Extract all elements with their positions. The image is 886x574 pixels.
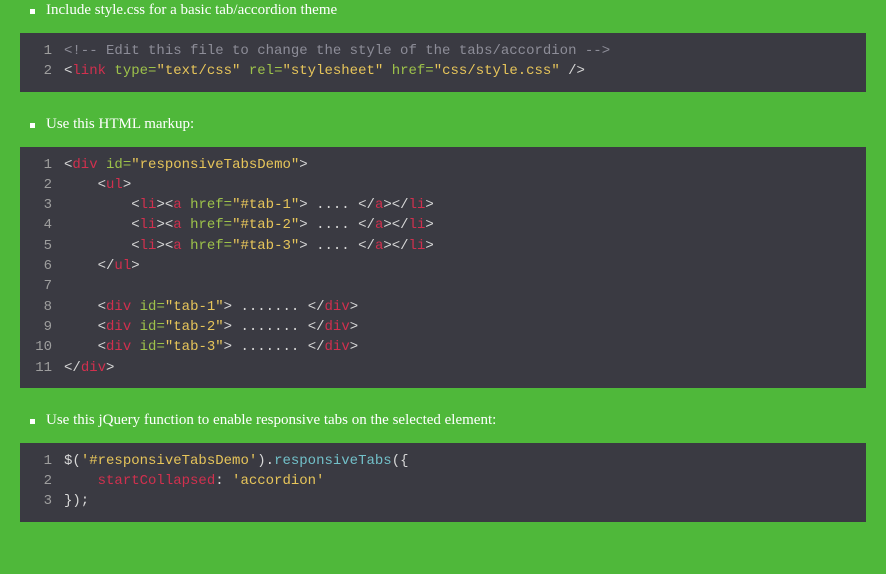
code-line: 4 <li><a href="#tab-2"> .... </a></li> (20, 215, 866, 235)
code-block-3: 1 $('#responsiveTabsDemo').responsiveTab… (20, 443, 866, 522)
bullet-item: Include style.css for a basic tab/accord… (20, 2, 866, 19)
code-line: 1 <div id="responsiveTabsDemo"> (20, 155, 866, 175)
code-line: 6 </ul> (20, 256, 866, 276)
line-number: 9 (20, 317, 64, 337)
line-number: 7 (20, 276, 64, 296)
code-content (64, 276, 866, 296)
code-content: <ul> (64, 175, 866, 195)
bullet-list: Include style.css for a basic tab/accord… (20, 2, 866, 19)
code-block-2: 1 <div id="responsiveTabsDemo"> 2 <ul> 3… (20, 147, 866, 388)
code-content: <div id="tab-1"> ....... </div> (64, 297, 866, 317)
code-content: <!-- Edit this file to change the style … (64, 41, 866, 61)
code-content: </ul> (64, 256, 866, 276)
code-content: <li><a href="#tab-2"> .... </a></li> (64, 215, 866, 235)
code-content: <div id="responsiveTabsDemo"> (64, 155, 866, 175)
code-line: 8 <div id="tab-1"> ....... </div> (20, 297, 866, 317)
line-number: 2 (20, 61, 64, 81)
bullet-item: Use this HTML markup: (20, 116, 866, 133)
code-line: 5 <li><a href="#tab-3"> .... </a></li> (20, 236, 866, 256)
line-number: 3 (20, 491, 64, 511)
code-content: <link type="text/css" rel="stylesheet" h… (64, 61, 866, 81)
line-number: 3 (20, 195, 64, 215)
code-line: 2 startCollapsed: 'accordion' (20, 471, 866, 491)
code-line: 10 <div id="tab-3"> ....... </div> (20, 337, 866, 357)
line-number: 1 (20, 155, 64, 175)
code-line: 9 <div id="tab-2"> ....... </div> (20, 317, 866, 337)
bullet-list: Use this HTML markup: (20, 116, 866, 133)
line-number: 6 (20, 256, 64, 276)
doc-page: Include style.css for a basic tab/accord… (0, 2, 886, 566)
code-content: </div> (64, 358, 866, 378)
bullet-text: Use this HTML markup: (46, 116, 194, 132)
code-line: 1 <!-- Edit this file to change the styl… (20, 41, 866, 61)
code-content: }); (64, 491, 866, 511)
code-block-1: 1 <!-- Edit this file to change the styl… (20, 33, 866, 92)
code-comment: <!-- Edit this file to change the style … (64, 43, 610, 59)
code-line: 11 </div> (20, 358, 866, 378)
code-line: 1 $('#responsiveTabsDemo').responsiveTab… (20, 451, 866, 471)
line-number: 4 (20, 215, 64, 235)
code-content: <div id="tab-2"> ....... </div> (64, 317, 866, 337)
bullet-item: Use this jQuery function to enable respo… (20, 412, 866, 429)
code-content: <li><a href="#tab-1"> .... </a></li> (64, 195, 866, 215)
code-line: 3 }); (20, 491, 866, 511)
line-number: 1 (20, 451, 64, 471)
line-number: 1 (20, 41, 64, 61)
code-content: <div id="tab-3"> ....... </div> (64, 337, 866, 357)
line-number: 11 (20, 358, 64, 378)
code-line: 2 <ul> (20, 175, 866, 195)
code-line: 2 <link type="text/css" rel="stylesheet"… (20, 61, 866, 81)
code-line: 3 <li><a href="#tab-1"> .... </a></li> (20, 195, 866, 215)
line-number: 2 (20, 175, 64, 195)
line-number: 10 (20, 337, 64, 357)
code-content: $('#responsiveTabsDemo').responsiveTabs(… (64, 451, 866, 471)
code-line: 7 (20, 276, 866, 296)
bullet-text: Use this jQuery function to enable respo… (46, 412, 496, 428)
line-number: 2 (20, 471, 64, 491)
code-content: startCollapsed: 'accordion' (64, 471, 866, 491)
bullet-list: Use this jQuery function to enable respo… (20, 412, 866, 429)
code-content: <li><a href="#tab-3"> .... </a></li> (64, 236, 866, 256)
line-number: 5 (20, 236, 64, 256)
bullet-text: Include style.css for a basic tab/accord… (46, 2, 337, 18)
line-number: 8 (20, 297, 64, 317)
